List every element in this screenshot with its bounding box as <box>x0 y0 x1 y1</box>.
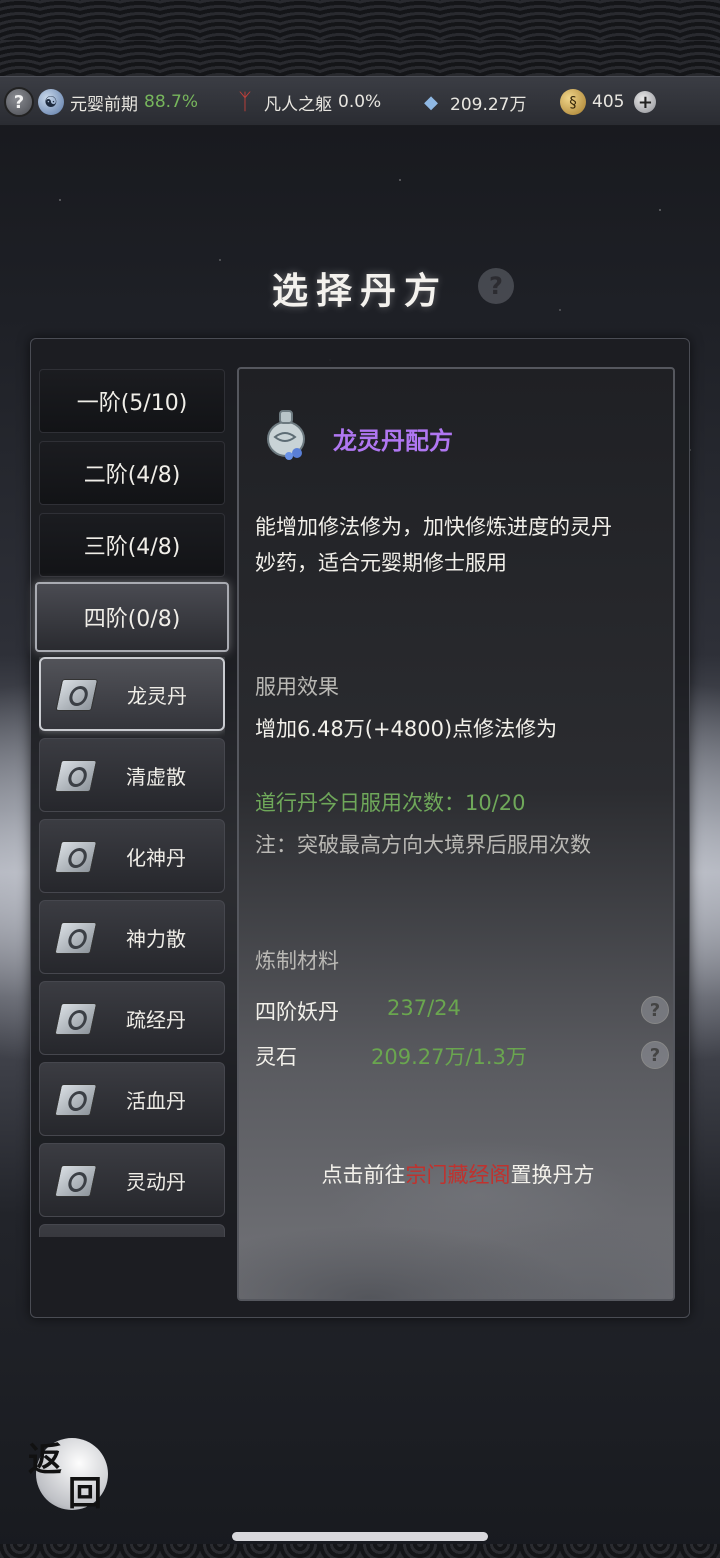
material-help-icon[interactable]: ? <box>641 1041 669 1069</box>
usage-note: 注：突破最高方向大境界后服用次数 <box>255 833 591 857</box>
recipe-item-partial[interactable] <box>39 1224 225 1237</box>
material-name: 灵石 <box>255 1045 297 1069</box>
tier-label: 三阶(4/8) <box>83 535 181 560</box>
pill-bottle-icon <box>267 410 305 460</box>
recipe-list[interactable]: 龙灵丹 清虚散 化神丹 神力散 疏经丹 活血丹 灵动丹 <box>39 657 225 1237</box>
goto-prefix: 点击前往 <box>321 1163 406 1187</box>
recipe-detail: 龙灵丹配方 能增加修法修为，加快修炼进度的灵丹 妙药，适合元婴期修士服用 服用效… <box>237 367 675 1301</box>
effect-text: 增加6.48万(+4800)点修法修为 <box>255 717 558 741</box>
recipe-name: 龙灵丹 <box>127 683 187 708</box>
page-title: 选择丹方 <box>271 270 448 312</box>
body-label: 凡人之躯 <box>264 94 332 115</box>
realm-percent: 88.7% <box>144 92 199 112</box>
material-help-icon[interactable]: ? <box>641 996 669 1024</box>
body-percent: 0.0% <box>338 92 382 112</box>
tier-1-tab[interactable]: 一阶(5/10) <box>39 369 225 433</box>
header-wave-pattern <box>0 0 720 78</box>
goto-library: 点击前往宗门藏经阁置换丹方 <box>239 1159 673 1189</box>
tier-label: 一阶(5/10) <box>76 391 188 416</box>
material-amount: 209.27万/1.3万 <box>371 1045 527 1069</box>
recipe-panel: 一阶(5/10) 二阶(4/8) 三阶(4/8) 四阶(0/8) 龙灵丹 清虚散… <box>30 338 690 1318</box>
description-line: 能增加修法修为，加快修炼进度的灵丹 <box>255 515 612 539</box>
tier-3-tab[interactable]: 三阶(4/8) <box>39 513 225 577</box>
scroll-icon <box>51 677 102 711</box>
scroll-icon <box>50 758 101 792</box>
recipe-name: 疏经丹 <box>126 1007 186 1032</box>
recipe-name: 神力散 <box>126 926 186 951</box>
today-usage: 道行丹今日服用次数：10/20 <box>255 791 526 815</box>
recipe-name: 清虚散 <box>126 764 186 789</box>
gold-coin-icon: § <box>560 89 586 115</box>
recipe-item-shenli[interactable]: 神力散 <box>39 900 225 974</box>
gold-value: 405 <box>592 92 625 112</box>
tier-4-tab[interactable]: 四阶(0/8) <box>35 582 229 652</box>
tier-label: 四阶(0/8) <box>83 607 181 632</box>
yin-yang-icon: ☯ <box>38 89 64 115</box>
effect-label: 服用效果 <box>255 675 339 699</box>
recipe-item-huashen[interactable]: 化神丹 <box>39 819 225 893</box>
add-gold-button[interactable]: + <box>634 91 657 113</box>
back-char: 回 <box>68 1474 102 1514</box>
back-char: 返 <box>28 1440 62 1480</box>
body-stat[interactable]: ᛉ 凡人之躯 0.0% <box>232 89 381 115</box>
spirit-crystal-icon: ◆ <box>424 91 438 113</box>
scroll-icon <box>50 920 101 954</box>
recipe-name: 活血丹 <box>126 1088 186 1113</box>
help-icon[interactable]: ? <box>4 87 34 117</box>
recipe-name: 化神丹 <box>126 845 186 870</box>
goto-suffix: 置换丹方 <box>510 1163 595 1187</box>
status-bar: ? ☯ 元婴前期 88.7% ᛉ 凡人之躯 0.0% ◆ 209.27万 § 4… <box>0 76 720 126</box>
material-row: 灵石 209.27万/1.3万 ? <box>255 1041 669 1073</box>
detail-description: 能增加修法修为，加快修炼进度的灵丹 妙药，适合元婴期修士服用 <box>255 509 665 581</box>
recipe-item-shujing[interactable]: 疏经丹 <box>39 981 225 1055</box>
footer-wave-pattern <box>0 1544 720 1558</box>
recipe-item-longling[interactable]: 龙灵丹 <box>39 657 225 731</box>
scroll-icon <box>50 1082 101 1116</box>
recipe-name: 灵动丹 <box>126 1169 186 1194</box>
material-name: 四阶妖丹 <box>255 1000 339 1024</box>
materials-label: 炼制材料 <box>255 949 339 973</box>
material-row: 四阶妖丹 237/24 ? <box>255 996 669 1028</box>
tier-2-tab[interactable]: 二阶(4/8) <box>39 441 225 505</box>
back-button[interactable]: 返 回 <box>28 1432 112 1514</box>
title-help-icon[interactable]: ? <box>478 268 514 304</box>
tier-label: 二阶(4/8) <box>83 463 181 488</box>
description-line: 妙药，适合元婴期修士服用 <box>255 551 507 575</box>
recipe-item-lingdong[interactable]: 灵动丹 <box>39 1143 225 1217</box>
realm-label: 元婴前期 <box>70 94 138 115</box>
spirit-stone-stat[interactable]: ◆ 209.27万 <box>418 89 526 115</box>
material-amount: 237/24 <box>387 996 461 1020</box>
body-rune-icon: ᛉ <box>238 89 252 115</box>
library-link[interactable]: 宗门藏经阁 <box>406 1163 511 1187</box>
recipe-item-qingxu[interactable]: 清虚散 <box>39 738 225 812</box>
detail-title: 龙灵丹配方 <box>333 427 453 455</box>
spirit-stone-value: 209.27万 <box>450 94 527 115</box>
scroll-icon <box>50 1163 101 1197</box>
gold-stat[interactable]: § 405 + <box>560 89 657 115</box>
home-indicator[interactable] <box>232 1532 488 1541</box>
scroll-icon <box>50 839 101 873</box>
scroll-icon <box>50 1001 101 1035</box>
recipe-item-huoxue[interactable]: 活血丹 <box>39 1062 225 1136</box>
realm-stat[interactable]: ☯ 元婴前期 88.7% <box>38 89 198 115</box>
